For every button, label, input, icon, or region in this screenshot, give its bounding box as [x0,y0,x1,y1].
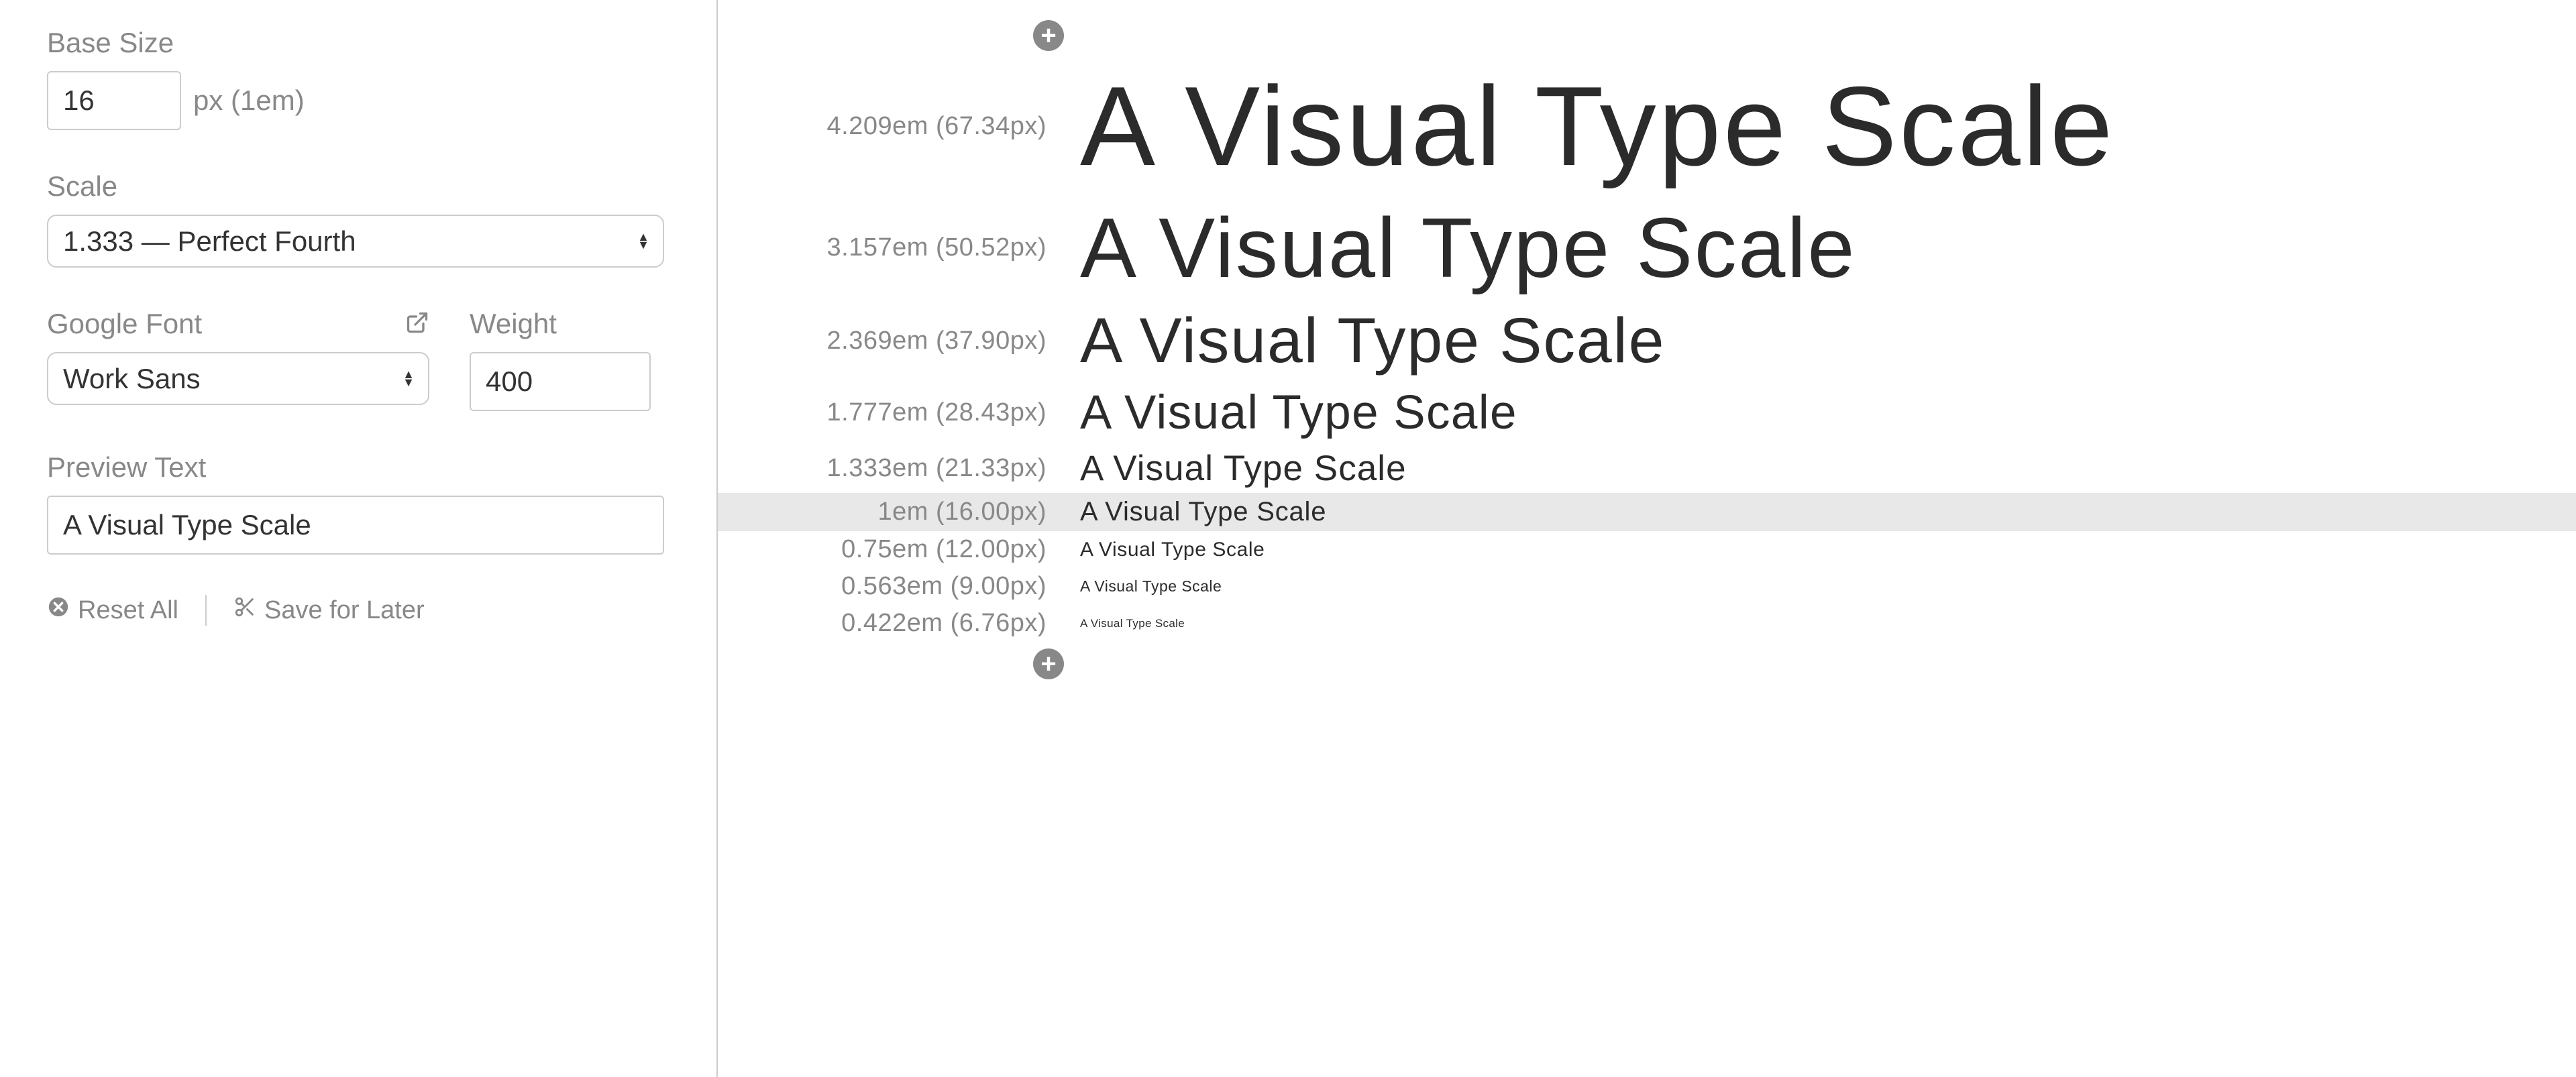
size-label: 4.209em (67.34px) [718,112,1080,141]
external-link-icon[interactable] [405,310,429,338]
font-weight-group: Google Font Work Sans Weight [47,308,669,411]
scale-row: 0.563em (9.00px)A Visual Type Scale [718,568,2576,605]
size-label: 1.777em (28.43px) [718,398,1080,427]
scale-row: 4.209em (67.34px)A Visual Type Scale [718,58,2576,195]
scale-row: 3.157em (50.52px)A Visual Type Scale [718,195,2576,300]
main: + 4.209em (67.34px)A Visual Type Scale3.… [718,0,2576,1077]
scale-row: 2.369em (37.90px)A Visual Type Scale [718,300,2576,382]
base-size-group: Base Size px (1em) [47,27,669,130]
divider [205,595,207,626]
sample-text: A Visual Type Scale [1080,304,1665,378]
add-size-bottom-button[interactable]: + [1033,648,1064,679]
scale-row: 0.75em (12.00px)A Visual Type Scale [718,531,2576,568]
sample-text: A Visual Type Scale [1080,199,1856,296]
close-circle-icon [47,596,70,625]
size-label: 0.563em (9.00px) [718,572,1080,601]
font-select[interactable]: Work Sans [47,352,429,405]
sample-text: A Visual Type Scale [1080,538,1265,561]
sample-text: A Visual Type Scale [1080,497,1326,527]
base-size-label: Base Size [47,27,669,59]
scale-row: 0.422em (6.76px)A Visual Type Scale [718,605,2576,642]
reset-all-label: Reset All [78,596,178,625]
sample-text: A Visual Type Scale [1080,617,1185,630]
size-label: 1em (16.00px) [718,498,1080,526]
scale-row: 1em (16.00px)A Visual Type Scale [718,493,2576,531]
sidebar-actions: Reset All Save for Later [47,595,669,626]
base-size-input[interactable] [47,71,181,130]
weight-label: Weight [470,308,651,340]
preview-text-group: Preview Text [47,451,669,555]
add-size-top-button[interactable]: + [1033,20,1064,51]
save-for-later-label: Save for Later [264,596,425,625]
reset-all-button[interactable]: Reset All [47,596,178,625]
size-label: 0.422em (6.76px) [718,609,1080,638]
sample-text: A Visual Type Scale [1080,62,2115,191]
size-label: 2.369em (37.90px) [718,327,1080,355]
scissors-icon [233,596,256,625]
preview-text-input[interactable] [47,496,664,555]
google-font-label: Google Font [47,308,202,340]
scale-row: 1.777em (28.43px)A Visual Type Scale [718,382,2576,444]
sample-text: A Visual Type Scale [1080,448,1407,489]
size-label: 3.157em (50.52px) [718,233,1080,262]
scale-row: 1.333em (21.33px)A Visual Type Scale [718,444,2576,493]
size-label: 0.75em (12.00px) [718,535,1080,564]
save-for-later-button[interactable]: Save for Later [233,596,425,625]
sidebar: Base Size px (1em) Scale 1.333 — Perfect… [0,0,718,1077]
sample-text: A Visual Type Scale [1080,386,1517,440]
base-size-suffix: px (1em) [193,84,305,117]
size-label: 1.333em (21.33px) [718,454,1080,483]
scale-group: Scale 1.333 — Perfect Fourth [47,170,669,268]
sample-text: A Visual Type Scale [1080,577,1222,596]
weight-input[interactable] [470,352,651,411]
scale-label: Scale [47,170,669,203]
preview-text-label: Preview Text [47,451,669,484]
scale-select[interactable]: 1.333 — Perfect Fourth [47,215,664,268]
scale-rows: 4.209em (67.34px)A Visual Type Scale3.15… [718,58,2576,642]
